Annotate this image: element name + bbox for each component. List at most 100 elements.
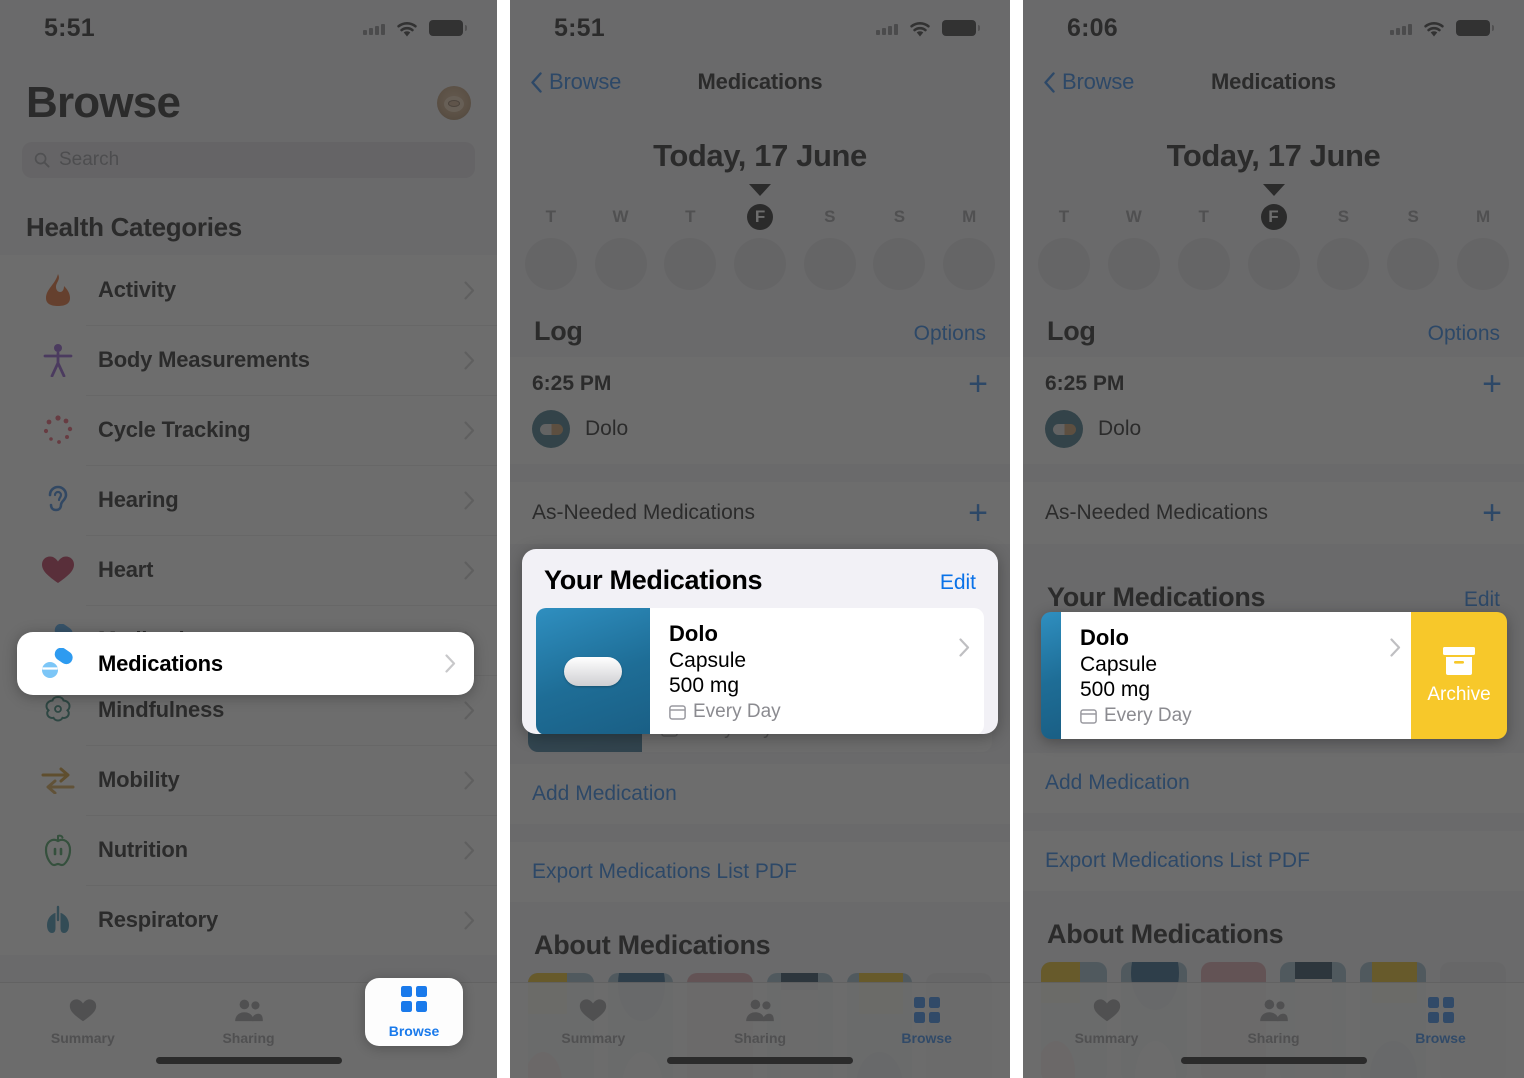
back-button[interactable]: Browse [1043, 69, 1134, 95]
status-indicators [1390, 19, 1494, 38]
tab-browse[interactable]: Browse [1357, 995, 1524, 1046]
sidebar-item-hearing[interactable]: Hearing [0, 465, 497, 535]
tab-summary[interactable]: Summary [510, 995, 677, 1046]
plus-icon[interactable]: + [1482, 496, 1502, 530]
panel-divider [497, 0, 510, 1078]
sidebar-item-activity[interactable]: Activity [0, 255, 497, 325]
chevron-right-icon [464, 700, 475, 720]
add-medication-row[interactable]: Add Medication [510, 764, 1010, 824]
profile-avatar[interactable] [437, 86, 471, 120]
plus-icon[interactable]: + [968, 367, 988, 401]
sidebar-item-medications[interactable]: Medications [17, 632, 474, 695]
log-entry-time: 6:25 PM [532, 372, 612, 395]
medication-row-swiped-highlighted: Dolo Capsule 500 mg Every Day Archive [1041, 612, 1507, 739]
log-entry-row[interactable]: 6:25 PM + Dolo [510, 357, 1010, 464]
caret-down-icon[interactable] [1262, 184, 1285, 196]
week-day[interactable]: S [1308, 204, 1378, 290]
as-needed-medications-row[interactable]: As-Needed Medications + [510, 482, 1010, 544]
add-medication-row[interactable]: Add Medication [1023, 753, 1524, 813]
plus-icon[interactable]: + [968, 496, 988, 530]
archive-button[interactable]: Archive [1411, 612, 1507, 739]
as-needed-medications-row[interactable]: As-Needed Medications + [1023, 482, 1524, 544]
chevron-right-icon [1390, 638, 1401, 657]
week-day[interactable]: S [795, 204, 865, 290]
week-day[interactable]: W [586, 204, 656, 290]
add-medication-label: Add Medication [1045, 771, 1190, 794]
tab-sharing[interactable]: Sharing [1190, 995, 1357, 1046]
day-progress-ring [664, 238, 717, 290]
log-title: Log [534, 316, 583, 346]
week-day-selected[interactable]: F [725, 204, 795, 290]
chevron-right-icon [959, 638, 970, 657]
log-entry-row[interactable]: 6:25 PM + Dolo [1023, 357, 1524, 464]
log-options-button[interactable]: Options [914, 322, 986, 346]
week-day[interactable]: S [865, 204, 935, 290]
week-day[interactable]: T [655, 204, 725, 290]
section-header-health-categories: Health Categories [26, 212, 242, 242]
search-placeholder: Search [59, 149, 120, 170]
medication-details[interactable]: Dolo Capsule 500 mg Every Day [1061, 612, 1411, 739]
status-indicators [363, 19, 467, 38]
week-day-letter: W [1125, 207, 1142, 226]
tab-summary[interactable]: Summary [1023, 995, 1190, 1046]
brain-icon [40, 692, 76, 728]
grid-tab-icon [913, 995, 940, 1025]
medication-form: Capsule [669, 649, 747, 672]
sidebar-item-label: Respiratory [98, 907, 219, 932]
tab-label: Summary [561, 1030, 626, 1046]
date-title[interactable]: Today, 17 June [1023, 138, 1524, 174]
tab-label: Browse [1415, 1030, 1466, 1046]
sidebar-item-nutrition[interactable]: Nutrition [0, 815, 497, 885]
tab-browse[interactable]: Browse [843, 995, 1010, 1046]
tab-sharing[interactable]: Sharing [677, 995, 844, 1046]
status-bar: 5:51 [510, 0, 1010, 56]
sidebar-item-respiratory[interactable]: Respiratory [0, 885, 497, 955]
log-title: Log [1047, 316, 1096, 346]
ear-icon [40, 482, 76, 518]
week-day-selected[interactable]: F [1239, 204, 1309, 290]
sidebar-item-mobility[interactable]: Mobility [0, 745, 497, 815]
week-day[interactable]: S [1378, 204, 1448, 290]
sidebar-item-label: Mobility [98, 767, 180, 792]
day-progress-ring [524, 238, 577, 290]
panel-medications-swiped: 6:06 Browse Medications Today, 17 June T… [1023, 0, 1524, 1078]
edit-button[interactable]: Edit [1464, 588, 1500, 612]
log-options-button[interactable]: Options [1428, 322, 1500, 346]
week-day[interactable]: W [1099, 204, 1169, 290]
sidebar-item-cycle-tracking[interactable]: Cycle Tracking [0, 395, 497, 465]
export-label: Export Medications List PDF [1045, 849, 1310, 872]
medications-swiped-screen: 6:06 Browse Medications Today, 17 June T… [1023, 0, 1524, 1078]
day-progress-ring [1037, 238, 1090, 290]
tab-summary[interactable]: Summary [0, 995, 166, 1046]
tab-browse-highlighted[interactable]: Browse [365, 978, 463, 1046]
tab-label: Summary [50, 1030, 115, 1046]
week-day[interactable]: M [934, 204, 1004, 290]
nav-bar: Browse Medications [1023, 56, 1524, 108]
your-medications-title: Your Medications [1047, 582, 1266, 612]
week-day-letter: W [612, 207, 629, 226]
tab-sharing[interactable]: Sharing [166, 995, 332, 1046]
panel-medications: 5:51 Browse Medications Today, 17 June T… [510, 0, 1010, 1078]
edit-button[interactable]: Edit [940, 571, 976, 595]
sidebar-item-label: Medications [98, 650, 223, 676]
plus-icon[interactable]: + [1482, 367, 1502, 401]
export-medications-row[interactable]: Export Medications List PDF [1023, 831, 1524, 891]
sidebar-item-label: Body Measurements [98, 347, 310, 372]
date-title[interactable]: Today, 17 June [510, 138, 1010, 174]
week-day[interactable]: T [1169, 204, 1239, 290]
sidebar-item-heart[interactable]: Heart [0, 535, 497, 605]
heart-tab-icon [579, 995, 607, 1025]
medication-schedule-label: Every Day [1104, 705, 1192, 726]
sidebar-item-body-measurements[interactable]: Body Measurements [0, 325, 497, 395]
week-day[interactable]: T [516, 204, 586, 290]
cellular-bars-icon [876, 22, 898, 35]
export-medications-row[interactable]: Export Medications List PDF [510, 842, 1010, 902]
back-button[interactable]: Browse [530, 69, 621, 95]
battery-icon [1456, 20, 1494, 36]
week-day[interactable]: T [1029, 204, 1099, 290]
caret-down-icon[interactable] [749, 184, 771, 196]
search-input[interactable]: Search [22, 142, 475, 178]
medication-card[interactable]: Dolo Capsule 500 mg Every Day [536, 608, 984, 734]
day-progress-ring [1177, 238, 1230, 290]
week-day[interactable]: M [1448, 204, 1518, 290]
